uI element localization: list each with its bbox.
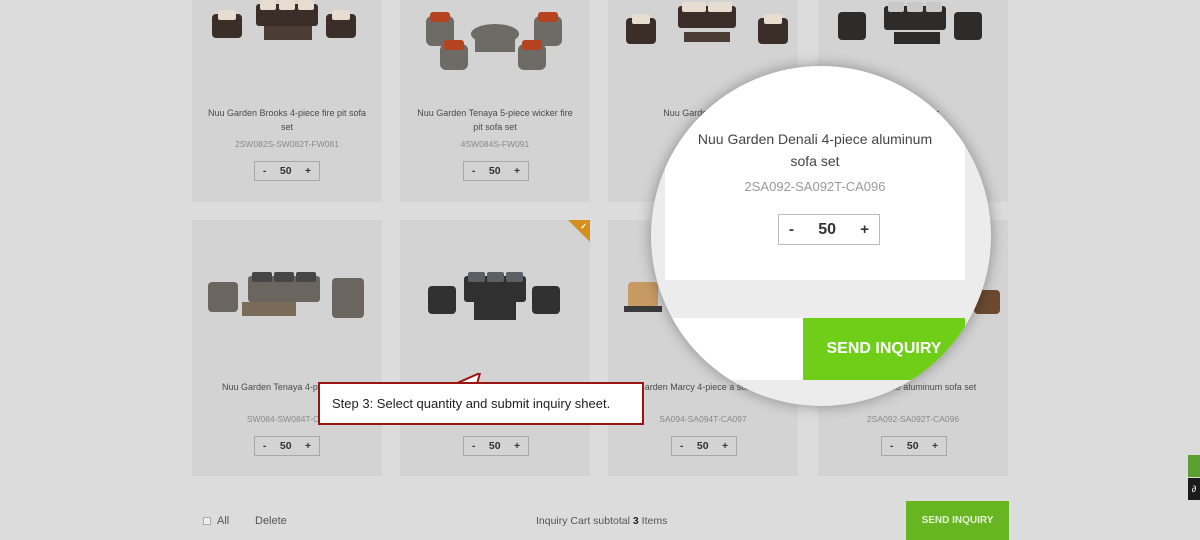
quantity-value[interactable]: 50: [907, 440, 919, 452]
quantity-stepper: - 50 +: [671, 436, 737, 456]
side-tab-dark[interactable]: ∂: [1188, 478, 1200, 500]
quantity-value[interactable]: 50: [489, 165, 501, 177]
quantity-stepper: - 50 +: [463, 161, 529, 181]
decrease-button[interactable]: -: [263, 166, 266, 177]
zoomed-product-name: Nuu Garden Denali 4-piece aluminum sofa …: [697, 131, 933, 169]
quantity-value[interactable]: 50: [280, 440, 292, 452]
zoomed-product-code: 2SA092-SA092T-CA096: [744, 179, 886, 194]
step-callout: Step 3: Select quantity and submit inqui…: [318, 382, 644, 425]
select-all-checkbox[interactable]: [203, 517, 211, 525]
product-card[interactable]: Nuu Garden Brooks 4-piece fire pit sofa …: [192, 0, 382, 202]
product-name: Nuu Garden Brooks 4-piece fire pit sofa …: [207, 108, 367, 132]
product-code: 2SW082S-SW082T-FW081: [235, 139, 339, 149]
increase-button[interactable]: +: [514, 166, 520, 177]
decrease-button[interactable]: -: [472, 166, 475, 177]
decrease-button[interactable]: -: [890, 441, 893, 452]
quantity-stepper: - 50 +: [463, 436, 529, 456]
magnifier-zoom: Nuu Garden Denali 4-piece aluminum sofa …: [651, 66, 991, 406]
increase-button[interactable]: +: [305, 441, 311, 452]
subtotal-label: Inquiry Cart subtotal: [536, 515, 630, 527]
product-card[interactable]: Nuu Garden Tenaya 5-piece wicker fire pi…: [400, 0, 590, 202]
zoomed-send-inquiry-button[interactable]: SEND INQUIRY: [803, 318, 965, 380]
send-inquiry-button[interactable]: SEND INQUIRY: [906, 501, 1009, 540]
subtotal-count: 3: [632, 515, 639, 527]
quantity-value[interactable]: 50: [818, 221, 836, 239]
product-code: 2SA092-SA092T-CA096: [866, 414, 960, 424]
quantity-stepper: - 50 +: [254, 161, 320, 181]
cart-subtotal: Inquiry Cart subtotal 3 Items: [536, 515, 667, 527]
checkmark-icon: ✓: [580, 222, 587, 231]
increase-button[interactable]: +: [514, 441, 520, 452]
product-card[interactable]: Nuu Garden Tenaya 4-p sofa set SW084-SW0…: [192, 220, 382, 476]
decrease-button[interactable]: -: [789, 221, 794, 238]
quantity-value[interactable]: 50: [489, 440, 501, 452]
decrease-button[interactable]: -: [680, 441, 683, 452]
product-card[interactable]: ✓ - 50 +: [400, 220, 590, 476]
decrease-button[interactable]: -: [263, 441, 266, 452]
increase-button[interactable]: +: [932, 441, 938, 452]
increase-button[interactable]: +: [722, 441, 728, 452]
subtotal-unit: Items: [641, 515, 668, 527]
product-code: 4SW084S-FW091: [460, 139, 530, 149]
quantity-value[interactable]: 50: [697, 440, 709, 452]
link-icon: ∂: [1191, 484, 1197, 494]
product-image: [208, 272, 364, 318]
product-image: [428, 272, 560, 320]
zoomed-footer-bar: [651, 318, 803, 380]
quantity-stepper: - 50 +: [254, 436, 320, 456]
side-tab-green[interactable]: [1188, 455, 1200, 477]
inquiry-cart-bar: All Delete Inquiry Cart subtotal 3 Items…: [0, 501, 1200, 540]
product-name: Nuu Garden Tenaya 5-piece wicker fire pi…: [417, 108, 573, 132]
zoomed-product-card: Nuu Garden Denali 4-piece aluminum sofa …: [665, 66, 965, 280]
quantity-stepper: - 50 +: [881, 436, 947, 456]
quantity-value[interactable]: 50: [280, 165, 292, 177]
increase-button[interactable]: +: [860, 221, 869, 238]
zoomed-quantity-stepper: - 50 +: [778, 214, 880, 245]
increase-button[interactable]: +: [305, 166, 311, 177]
delete-button[interactable]: Delete: [255, 515, 287, 527]
decrease-button[interactable]: -: [472, 441, 475, 452]
select-all-label[interactable]: All: [217, 515, 229, 527]
